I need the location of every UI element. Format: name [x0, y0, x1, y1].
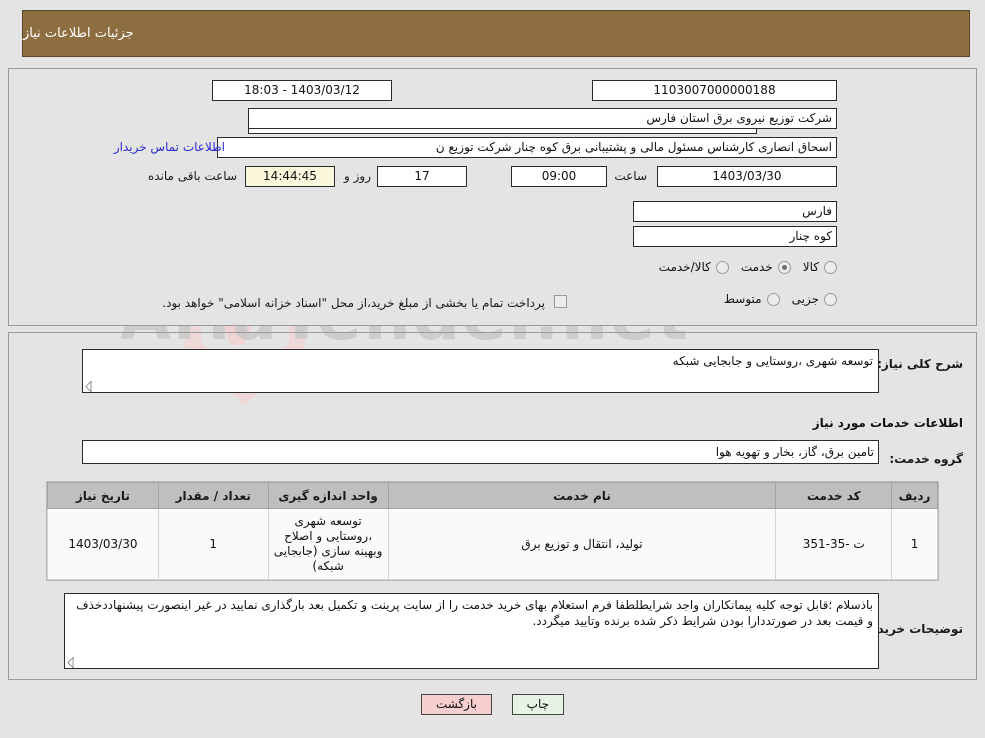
- province-field[interactable]: فارس: [633, 201, 837, 222]
- col-radif: ردیف: [891, 482, 938, 509]
- resize-grip-icon-notes[interactable]: ◺: [66, 655, 81, 668]
- page-root: V AriaTender.net جزئیات اطلاعات نیاز شما…: [0, 0, 985, 738]
- announce-date-field[interactable]: 18:03 - 1403/03/12: [212, 80, 392, 101]
- service-group-field[interactable]: تامین برق، گاز، بخار و تهویه هوا: [82, 440, 879, 464]
- buyer-notes-textarea[interactable]: باذسلام ؛قابل توجه کلیه پیمانکاران واجد …: [64, 593, 879, 669]
- process-label-jozii: جزیی: [791, 292, 819, 306]
- cell-unit: توسعه شهری ،روستایی و اصلاح وبهینه سازی …: [267, 508, 389, 580]
- category-label-khedmat: خدمت: [740, 260, 773, 274]
- back-button[interactable]: بازگشت: [420, 694, 492, 715]
- treasury-checkbox[interactable]: [554, 295, 567, 308]
- resize-grip-icon[interactable]: ◺: [84, 379, 99, 392]
- col-name: نام خدمت: [387, 482, 777, 509]
- category-radio-kala[interactable]: [824, 260, 837, 274]
- process-radio-jozii[interactable]: [824, 292, 837, 306]
- cell-date: 1403/03/30: [47, 508, 159, 580]
- page-header: جزئیات اطلاعات نیاز: [22, 10, 970, 57]
- remaining-hours-label: ساعت باقی مانده: [147, 169, 237, 183]
- col-code: کد خدمت: [775, 482, 893, 509]
- deadline-time-label: ساعت: [614, 169, 647, 183]
- services-table: ردیف کد خدمت نام خدمت واحد اندازه گیری ت…: [47, 482, 938, 580]
- deadline-time-field[interactable]: 09:00: [511, 166, 607, 187]
- need-info-panel: [8, 68, 977, 326]
- category-radio-kala-khedmat[interactable]: [715, 260, 729, 274]
- cell-radif: 1: [891, 508, 938, 580]
- remaining-days-label: روز و: [344, 169, 371, 183]
- deadline-date-field[interactable]: 1403/03/30: [657, 166, 837, 187]
- treasury-note: پرداخت تمام یا بخشی از مبلغ خرید،از محل …: [162, 296, 545, 310]
- cell-code: ت -35-351: [775, 508, 893, 580]
- services-table-wrapper: ردیف کد خدمت نام خدمت واحد اندازه گیری ت…: [46, 481, 939, 581]
- process-radio-motevaset[interactable]: [766, 292, 780, 306]
- footer-actions: چاپ بازگشت: [0, 694, 985, 715]
- buyer-contact-link[interactable]: اطلاعات تماس خریدار: [114, 140, 225, 154]
- buyer-org-field[interactable]: شرکت توزیع نیروی برق استان فارس: [248, 108, 837, 129]
- page-title: جزئیات اطلاعات نیاز: [23, 26, 134, 41]
- cell-name: تولید، انتقال و توزیع برق: [387, 508, 777, 580]
- category-label-kala: کالا: [802, 260, 819, 274]
- buyer-notes-value: باذسلام ؛قابل توجه کلیه پیمانکاران واجد …: [76, 598, 873, 628]
- requester-field[interactable]: اسحاق انصاری کارشناس مسئول مالی و پشتیبا…: [217, 137, 837, 158]
- table-row: 1 ت -35-351 تولید، انتقال و توزیع برق تو…: [47, 508, 938, 580]
- general-desc-textarea[interactable]: توسعه شهری ،روستایی و جابجایی شبکه ◺: [82, 349, 879, 393]
- category-radio-khedmat[interactable]: [777, 260, 791, 274]
- print-button[interactable]: چاپ: [511, 694, 565, 715]
- col-date: تاریخ نیاز: [47, 482, 159, 509]
- process-label-motevaset: متوسط: [723, 292, 762, 306]
- remaining-days-field[interactable]: 17: [377, 166, 467, 187]
- col-qty: تعداد / مقدار: [157, 482, 269, 509]
- city-field[interactable]: کوه چنار: [633, 226, 837, 247]
- need-number-field[interactable]: 1103007000000188: [592, 80, 837, 101]
- table-header-row: ردیف کد خدمت نام خدمت واحد اندازه گیری ت…: [47, 482, 938, 509]
- countdown-field: 14:44:45: [245, 166, 335, 187]
- general-desc-label: شرح کلی نیاز:: [877, 357, 963, 371]
- col-unit: واحد اندازه گیری: [267, 482, 389, 509]
- cell-qty: 1: [157, 508, 269, 580]
- services-section-title: اطلاعات خدمات مورد نیاز: [812, 416, 963, 430]
- category-radio-group: کالا خدمت کالا/خدمت: [647, 260, 837, 274]
- process-radio-group: جزیی متوسط: [712, 292, 837, 306]
- general-desc-value: توسعه شهری ،روستایی و جابجایی شبکه: [672, 354, 873, 368]
- service-group-label: گروه خدمت:: [889, 452, 963, 466]
- category-label-kala-khedmat: کالا/خدمت: [658, 260, 711, 274]
